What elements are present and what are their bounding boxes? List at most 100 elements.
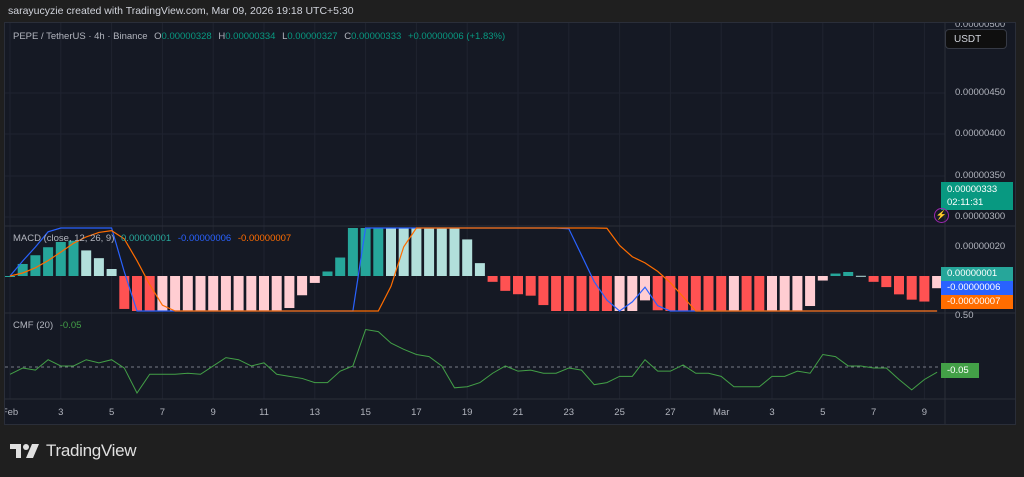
- macd-histogram-bar: [271, 276, 282, 311]
- macd-histogram-bar: [703, 276, 714, 311]
- macd-histogram-bar: [309, 276, 320, 283]
- ohlc-open: O0.00000328: [154, 31, 212, 42]
- date-tick: 5: [108, 407, 115, 418]
- currency-button[interactable]: USDT: [945, 29, 1007, 49]
- macd-histogram-bar: [449, 228, 460, 276]
- last-price-tag: 0.00000333 02:11:31: [941, 182, 1013, 210]
- macd-histogram-bar: [386, 228, 396, 276]
- cmf-tick: 0.50: [955, 310, 974, 321]
- macd-histogram-bar: [779, 276, 790, 311]
- symbol-title: PEPE / TetherUS · 4h · Binance: [13, 31, 148, 42]
- macd-histogram-bar: [551, 276, 562, 311]
- price-tick: 0.00000450: [955, 87, 1006, 98]
- date-tick: 7: [870, 407, 877, 418]
- price-change: +0.00000006 (+1.83%): [407, 31, 506, 42]
- date-tick: Feb: [5, 407, 19, 418]
- macd-histogram-bar: [754, 276, 765, 311]
- macd-histogram-bar: [424, 228, 435, 276]
- macd-histogram-bar: [297, 276, 308, 296]
- macd-histogram-bar: [830, 273, 841, 276]
- macd-histogram-bar: [805, 276, 816, 307]
- cmf-legend: CMF (20) -0.05: [13, 320, 85, 331]
- macd-histogram-bar: [284, 276, 295, 309]
- bar-countdown: 02:11:31: [947, 197, 984, 208]
- macd-histogram-bar: [182, 276, 193, 311]
- macd-histogram-bar: [55, 242, 66, 276]
- symbol-legend: PEPE / TetherUS · 4h · Binance O0.000003…: [13, 31, 509, 42]
- macd-histogram-bar: [767, 276, 777, 311]
- macd-legend: MACD (close, 12, 26, 9) 0.00000001 -0.00…: [13, 233, 295, 244]
- macd-histogram-bar: [132, 276, 142, 311]
- macd-histogram-bar: [665, 276, 676, 311]
- macd-histogram-bar: [474, 263, 485, 276]
- macd-histogram-bar: [919, 276, 930, 302]
- date-tick: 3: [769, 407, 775, 418]
- cmf-line: [9, 328, 938, 394]
- date-tick: 9: [210, 407, 216, 418]
- date-tick: 25: [614, 407, 625, 418]
- macd-histogram-bar: [144, 276, 155, 311]
- date-tick: 21: [512, 407, 524, 418]
- date-tick: 17: [411, 407, 422, 418]
- ohlc-high: H0.00000334: [218, 31, 276, 42]
- macd-histogram-bar: [843, 271, 854, 276]
- macd-histogram-bar: [220, 276, 231, 311]
- price-tick: 0.00000300: [955, 211, 1006, 222]
- macd-histogram-bar: [525, 276, 536, 296]
- logo-text: TradingView: [46, 441, 137, 460]
- price-tick: 0.00000350: [955, 170, 1006, 181]
- macd-histogram-bar: [347, 228, 358, 276]
- macd-histogram-bar: [233, 276, 244, 311]
- chart-pane[interactable]: PEPE / TetherUS · 4h · Binance O0.000003…: [4, 22, 1016, 425]
- macd-histogram-bar: [5, 276, 15, 277]
- macd-histogram-bar: [93, 258, 104, 276]
- date-tick: 13: [309, 407, 321, 418]
- macd-histogram-bar: [398, 228, 409, 276]
- tradingview-logo-icon: [10, 444, 39, 458]
- macd-histogram-bar: [170, 276, 181, 311]
- macd-histogram-bar: [728, 276, 739, 311]
- macd-histogram-bar: [208, 276, 219, 311]
- macd-histogram-bar: [373, 228, 384, 276]
- macd-histogram-bar: [741, 276, 752, 311]
- date-tick: 7: [159, 407, 166, 418]
- macd-hist-value: 0.00000001: [121, 233, 172, 244]
- chart-canvas[interactable]: [5, 23, 1016, 425]
- macd-histogram-bar: [690, 276, 701, 311]
- macd-tick: 0.00000020: [955, 241, 1006, 252]
- macd-histogram-bar: [817, 276, 828, 281]
- macd-histogram-bar: [436, 228, 447, 276]
- macd-histogram-bar: [335, 257, 346, 276]
- macd-histogram-bar: [513, 276, 523, 295]
- date-tick: 5: [820, 407, 826, 418]
- last-price: 0.00000333: [947, 184, 998, 195]
- lightning-icon[interactable]: ⚡: [934, 208, 949, 223]
- macd-histogram-bar: [43, 247, 54, 276]
- date-tick: 11: [259, 407, 269, 418]
- macd-histogram-bar: [576, 276, 587, 311]
- macd-histogram-bar: [106, 268, 117, 276]
- macd-histogram-bar: [538, 276, 549, 306]
- macd-histogram-bar: [906, 276, 917, 300]
- macd-histogram-bar: [81, 250, 92, 276]
- macd-histogram-bar: [322, 271, 333, 276]
- date-tick: Mar: [713, 407, 730, 418]
- macd-histogram-bar: [246, 276, 257, 311]
- macd-histogram-bar: [614, 276, 625, 311]
- date-tick: 15: [360, 407, 371, 418]
- macd-title: MACD (close, 12, 26, 9): [13, 233, 115, 244]
- macd-histogram-bar: [855, 275, 866, 277]
- macd-hist-tag: 0.00000001: [941, 267, 1013, 281]
- macd-histogram-bar: [487, 276, 498, 282]
- macd-histogram-bar: [601, 276, 612, 311]
- tradingview-logo: TradingView: [10, 441, 137, 461]
- macd-histogram-bar: [259, 276, 269, 311]
- macd-histogram-bar: [563, 276, 574, 311]
- cmf-title: CMF (20): [13, 320, 54, 331]
- chart-credit: sarayucyzie created with TradingView.com…: [8, 5, 354, 17]
- date-tick: 9: [921, 407, 928, 418]
- macd-histogram-bar: [716, 276, 727, 311]
- macd-histogram-bar: [462, 239, 473, 276]
- cmf-value-tag: -0.05: [941, 363, 979, 378]
- price-tick: 0.00000500: [955, 22, 1006, 30]
